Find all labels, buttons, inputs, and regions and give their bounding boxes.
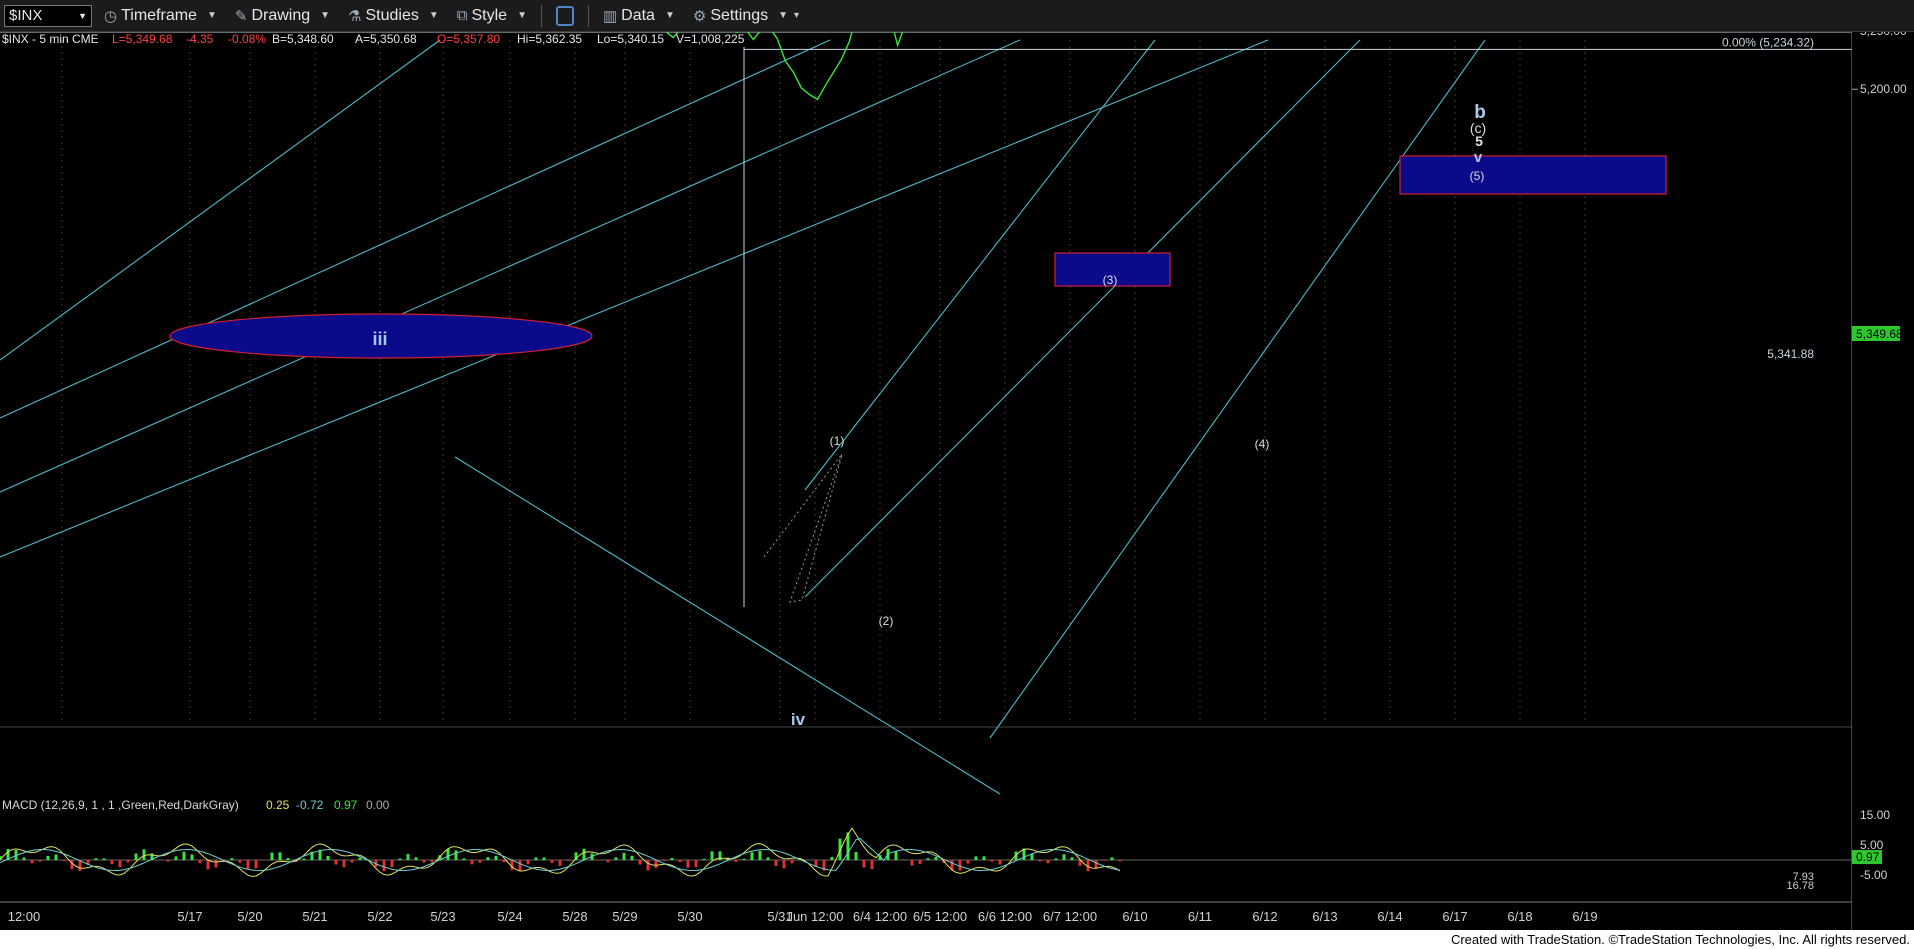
open-readout: O=5,357.80 [437, 32, 500, 46]
wave-label: (3) [1103, 273, 1118, 287]
last-price-label: 5,349.68 [1856, 327, 1903, 341]
x-tick-label: Jun 12:00 [786, 909, 843, 924]
chevron-down-icon: ▼ [206, 10, 217, 21]
x-tick-label: 6/14 [1377, 909, 1402, 924]
pct-change-readout: -0.08% [228, 32, 266, 46]
wave-label: (2) [879, 614, 894, 628]
drawing-label: Drawing [251, 6, 311, 24]
x-tick-label: 5/22 [367, 909, 392, 924]
macd-last-label: 0.97 [1856, 850, 1880, 864]
style-icon: ⧉ [456, 7, 468, 24]
change-readout: -4.35 [186, 32, 214, 46]
data-button[interactable]: ▥ Data ▼ [597, 3, 681, 29]
x-tick-label: 5/20 [237, 909, 262, 924]
chevron-down-icon: ▼ [320, 10, 331, 21]
x-tick-label: 5/17 [177, 909, 202, 924]
x-tick-label: 5/21 [302, 909, 327, 924]
macd-label: MACD (12,26,9, 1 , 1 ,Green,Red,DarkGray… [2, 798, 239, 812]
footer: Created with TradeStation. ©TradeStation… [0, 930, 1914, 949]
wave-label: v [1474, 149, 1483, 166]
fib-label: 0.00% (5,234.32) [1722, 35, 1814, 49]
copyright-text: Created with TradeStation. ©TradeStation… [1450, 932, 1910, 947]
toolbar-divider [587, 4, 589, 27]
layout-button[interactable] [550, 3, 580, 29]
x-tick-label: 6/11 [1188, 909, 1212, 924]
x-tick-label: 6/4 12:00 [853, 909, 907, 924]
x-tick-label: 6/19 [1572, 909, 1597, 924]
timeframe-button[interactable]: ◷ Timeframe ▼ [98, 3, 223, 29]
style-label: Style [471, 6, 508, 24]
y-tick-label: 5,200.00 [1860, 82, 1907, 96]
x-tick-label: 12:00 [8, 909, 41, 924]
price-chart[interactable]: 200.00% (5,455.18)176.40% (5,429.12)161.… [0, 32, 1914, 930]
wave-label: (5) [1470, 169, 1485, 183]
x-tick-label: 6/5 12:00 [913, 909, 967, 924]
gear-icon: ⚙ [692, 7, 707, 25]
target-box-5 [1399, 155, 1667, 195]
macd-value: 0.25 [266, 798, 290, 812]
y-tick-label: 5,250.00 [1860, 32, 1907, 38]
x-tick-label: 6/18 [1507, 909, 1532, 924]
last-price-readout: L=5,349.68 [112, 32, 173, 46]
macd-value: 0.97 [334, 798, 358, 812]
style-button[interactable]: ⧉ Style ▼ [451, 3, 533, 29]
symbol-value: $INX [9, 7, 43, 24]
chevron-down-icon: ▼ [664, 10, 675, 21]
wave-label: b [1474, 102, 1486, 123]
bid-readout: B=5,348.60 [272, 32, 334, 46]
x-tick-label: 6/7 12:00 [1043, 909, 1097, 924]
studies-button[interactable]: ⚗ Studies ▼ [342, 3, 445, 29]
settings-label: Settings [710, 6, 769, 24]
pencil-icon: ✎ [234, 7, 248, 25]
macd-value: -0.72 [296, 798, 324, 812]
data-label: Data [621, 6, 655, 24]
x-tick-label: 6/17 [1442, 909, 1467, 924]
price-axis-bg [1852, 32, 1914, 930]
clock-icon: ◷ [104, 7, 118, 25]
macd-y-label: 15.00 [1860, 808, 1890, 822]
x-tick-label: 5/28 [562, 909, 587, 924]
low-readout: Lo=5,340.15 [597, 32, 664, 46]
x-tick-label: 5/29 [612, 909, 637, 924]
x-tick-label: 6/12 [1252, 909, 1277, 924]
chevron-down-icon[interactable]: ▼ [78, 11, 87, 21]
x-tick-label: 5/24 [497, 909, 522, 924]
toolbar: $INX ▼ ◷ Timeframe ▼ ✎ Drawing ▼ ⚗ Studi… [0, 0, 1914, 32]
flask-icon: ⚗ [348, 7, 362, 25]
hline-price-label: 5,341.88 [1767, 347, 1814, 361]
ask-readout: A=5,350.68 [355, 32, 417, 46]
chevron-down-icon: ▾ [794, 10, 800, 21]
chevron-down-icon: ▼ [517, 10, 527, 21]
wave-label: iv [791, 710, 806, 729]
wave-label: iii [372, 329, 387, 349]
macd-readout: 16.78 [1786, 880, 1814, 892]
toolbar-divider [540, 4, 542, 27]
symbol-input[interactable]: $INX ▼ [4, 4, 92, 27]
high-readout: Hi=5,362.35 [517, 32, 582, 46]
x-tick-label: 5/30 [677, 909, 702, 924]
wave-label: (4) [1255, 437, 1270, 451]
bar-chart-icon: ▥ [602, 7, 618, 25]
drawing-button[interactable]: ✎ Drawing ▼ [229, 3, 336, 29]
x-tick-label: 6/10 [1122, 909, 1147, 924]
x-tick-label: 5/23 [430, 909, 455, 924]
studies-label: Studies [365, 6, 419, 24]
volume-readout: V=1,008,225 [676, 32, 745, 46]
timeframe-label: Timeframe [121, 6, 197, 24]
chevron-down-icon: ▼ [428, 10, 439, 21]
settings-button[interactable]: ⚙ Settings ▼ ▾ [687, 3, 805, 29]
layout-icon [555, 5, 574, 26]
chevron-down-icon: ▼ [778, 10, 789, 21]
symbol-info: $INX - 5 min CME [2, 32, 99, 46]
x-tick-label: 6/6 12:00 [978, 909, 1032, 924]
macd-value: 0.00 [366, 798, 390, 812]
wave-label: (1) [830, 434, 845, 448]
x-tick-label: 6/13 [1312, 909, 1337, 924]
macd-y-label: -5.00 [1860, 868, 1888, 882]
